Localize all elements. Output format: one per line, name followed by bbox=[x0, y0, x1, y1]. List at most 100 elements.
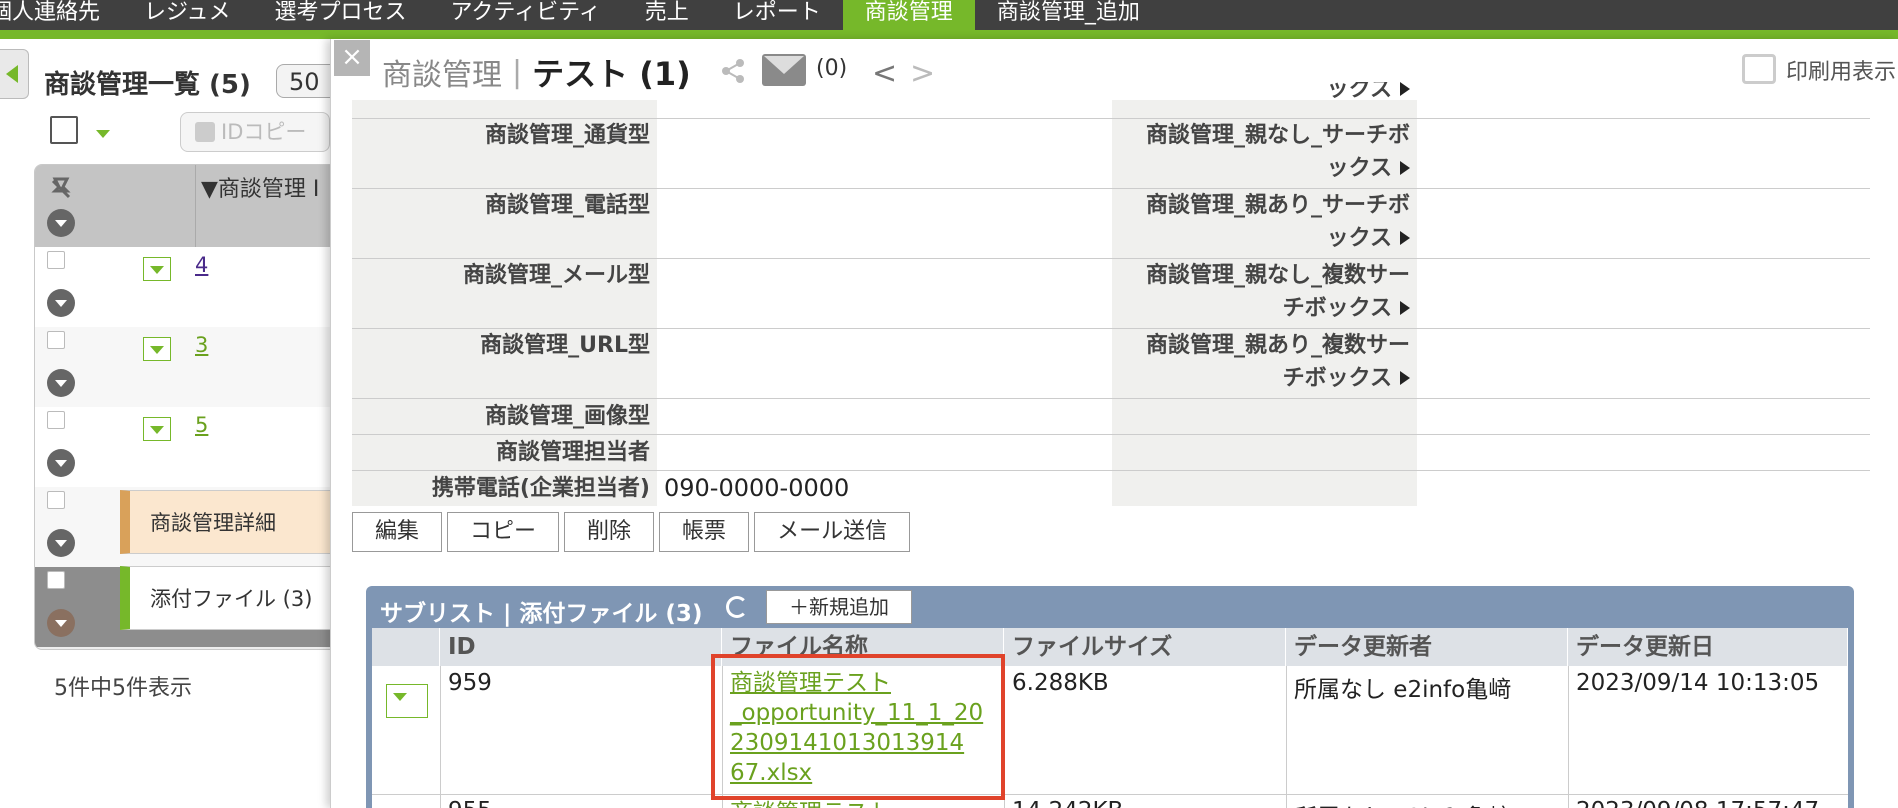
id-icon bbox=[195, 122, 215, 142]
column-divider bbox=[1568, 666, 1569, 808]
row-action-icon[interactable] bbox=[47, 369, 75, 397]
row-link[interactable]: 5 bbox=[195, 413, 208, 437]
copy-button[interactable]: コピー bbox=[447, 512, 560, 552]
field-value-mobile: 090-0000-0000 bbox=[664, 474, 850, 502]
field-label-multi-search-with-parent: 商談管理_親あり_複数サー チボックス bbox=[1145, 333, 1410, 391]
select-all-checkbox[interactable] bbox=[50, 116, 78, 144]
field-label-partial: ックス bbox=[1112, 82, 1410, 100]
add-new-button[interactable]: ＋新規追加 bbox=[766, 590, 912, 624]
column-header-actions bbox=[372, 628, 440, 666]
row-checkbox[interactable] bbox=[47, 571, 65, 589]
row-link[interactable]: 3 bbox=[195, 333, 208, 357]
row-checkbox[interactable] bbox=[47, 491, 65, 509]
column-header-updater[interactable]: データ更新者 bbox=[1286, 628, 1568, 666]
top-nav: 個人連絡先 レジュメ 選考プロセス アクティビティ 売上 レポート 商談管理 商… bbox=[0, 0, 1898, 30]
field-label-email: 商談管理_メール型 bbox=[462, 263, 650, 288]
row-menu-dropdown[interactable] bbox=[143, 417, 171, 441]
table-row: 5 bbox=[35, 407, 341, 487]
row-checkbox[interactable] bbox=[47, 251, 65, 269]
row-action-icon[interactable] bbox=[47, 609, 75, 637]
nav-activity[interactable]: アクティビティ bbox=[429, 0, 623, 30]
column-header-updated-at[interactable]: データ更新日 bbox=[1568, 628, 1848, 666]
field-label-image: 商談管理_画像型 bbox=[484, 404, 650, 429]
row-menu-dropdown[interactable] bbox=[143, 257, 171, 281]
select-menu-caret-icon[interactable] bbox=[96, 130, 110, 138]
record-form: ックス 商談管理_通貨型 商談管理_親なし_サーチボ ックス 商談管理_電話型 商… bbox=[352, 82, 1870, 506]
field-label-search-box-with-parent: 商談管理_親あり_サーチボ ックス bbox=[1145, 193, 1410, 251]
expand-triangle-icon bbox=[1400, 231, 1410, 245]
nav-deal-management[interactable]: 商談管理 bbox=[842, 0, 975, 30]
modal-header: 商談管理 | テスト (1) bbox=[382, 50, 691, 94]
id-copy-button[interactable]: IDコピー bbox=[180, 112, 330, 152]
row-divider bbox=[372, 794, 1848, 795]
row-menu-dropdown[interactable] bbox=[143, 337, 171, 361]
print-view-link[interactable]: 印刷用表示 bbox=[1786, 54, 1896, 86]
cell-updated-at: 2023/09/08 17:57:47 bbox=[1576, 798, 1819, 808]
share-icon[interactable] bbox=[720, 58, 746, 84]
field-label-owner: 商談管理担当者 bbox=[495, 440, 650, 465]
list-title: 商談管理一覧 (5) bbox=[44, 70, 251, 100]
expand-triangle-icon bbox=[1400, 161, 1410, 175]
cell-file-size: 6.288KB bbox=[1012, 670, 1109, 696]
close-modal-button[interactable]: × bbox=[334, 40, 370, 76]
column-divider bbox=[1286, 666, 1287, 808]
row-action-icon[interactable] bbox=[47, 529, 75, 557]
sublist-title: サブリスト | 添付ファイル (3) bbox=[380, 601, 703, 627]
column-header-id[interactable]: ID bbox=[440, 628, 722, 666]
file-link[interactable]: 商談管理テスト bbox=[730, 800, 891, 808]
highlight-box bbox=[711, 654, 1005, 800]
table-row: 3 bbox=[35, 327, 341, 407]
column-header-file-size[interactable]: ファイルサイズ bbox=[1004, 628, 1286, 666]
field-label-search-box-no-parent: 商談管理_親なし_サーチボ ックス bbox=[1145, 123, 1410, 181]
row-divider bbox=[352, 434, 1870, 435]
next-record-button[interactable]: > bbox=[910, 56, 935, 91]
field-label-multi-search-no-parent: 商談管理_親なし_複数サー チボックス bbox=[1145, 263, 1410, 321]
column-header-deal[interactable]: ▼商談管理 I bbox=[201, 171, 319, 203]
column-divider bbox=[440, 666, 441, 808]
nav-sales[interactable]: 売上 bbox=[623, 0, 711, 30]
expand-triangle-icon bbox=[1400, 371, 1410, 385]
row-action-icon[interactable] bbox=[47, 289, 75, 317]
edit-button[interactable]: 編集 bbox=[352, 512, 443, 552]
prev-record-button[interactable]: < bbox=[872, 56, 897, 91]
header-separator bbox=[195, 165, 196, 247]
nav-report[interactable]: レポート bbox=[711, 0, 843, 30]
row-menu-dropdown[interactable] bbox=[386, 684, 428, 718]
nav-resume[interactable]: レジュメ bbox=[122, 0, 252, 30]
mail-icon[interactable] bbox=[762, 54, 806, 86]
cell-updated-at: 2023/09/14 10:13:05 bbox=[1576, 670, 1820, 696]
field-label-phone: 商談管理_電話型 bbox=[484, 193, 650, 218]
send-mail-button[interactable]: メール送信 bbox=[754, 512, 911, 552]
nav-accent-bar bbox=[0, 30, 1898, 39]
refresh-icon[interactable] bbox=[726, 596, 748, 618]
cell-id: 959 bbox=[448, 670, 492, 696]
id-copy-label: IDコピー bbox=[221, 120, 307, 144]
collapse-panel-button[interactable] bbox=[0, 49, 29, 99]
delete-button[interactable]: 削除 bbox=[564, 512, 655, 552]
nav-personal-contacts[interactable]: 個人連絡先 bbox=[0, 0, 122, 30]
table-row: 4 bbox=[35, 247, 341, 327]
row-checkbox[interactable] bbox=[47, 411, 65, 429]
cell-updater: 所属なし e2info亀﨑 bbox=[1294, 677, 1512, 703]
printer-icon[interactable] bbox=[1742, 54, 1776, 84]
per-page-select[interactable]: 50 bbox=[276, 64, 336, 98]
attachment-sublist: サブリスト | 添付ファイル (3) ＋新規追加 ID ファイル名称 ファイルサ… bbox=[366, 586, 1854, 808]
row-checkbox[interactable] bbox=[47, 331, 65, 349]
nav-selection-process[interactable]: 選考プロセス bbox=[252, 0, 428, 30]
record-actions: 編集 コピー 削除 帳票 メール送信 bbox=[352, 512, 915, 554]
expand-triangle-icon bbox=[1400, 301, 1410, 315]
record-count-text: 5件中5件表示 bbox=[54, 676, 192, 701]
mail-count: (0) bbox=[816, 56, 848, 81]
popup-attachments[interactable]: 添付ファイル (3) bbox=[120, 566, 340, 630]
column-menu-icon[interactable] bbox=[47, 209, 75, 237]
row-divider bbox=[352, 398, 1870, 399]
row-link[interactable]: 4 bbox=[195, 253, 208, 277]
nav-deal-management-add[interactable]: 商談管理_追加 bbox=[975, 0, 1162, 30]
pin-off-icon[interactable] bbox=[47, 175, 75, 203]
form-report-button[interactable]: 帳票 bbox=[659, 512, 750, 552]
title-separator: | bbox=[512, 54, 523, 90]
record-name: テスト (1) bbox=[532, 55, 691, 93]
field-label-mobile: 携帯電話(企業担当者) bbox=[431, 476, 650, 501]
row-action-icon[interactable] bbox=[47, 449, 75, 477]
popup-deal-detail[interactable]: 商談管理詳細 bbox=[120, 490, 340, 554]
